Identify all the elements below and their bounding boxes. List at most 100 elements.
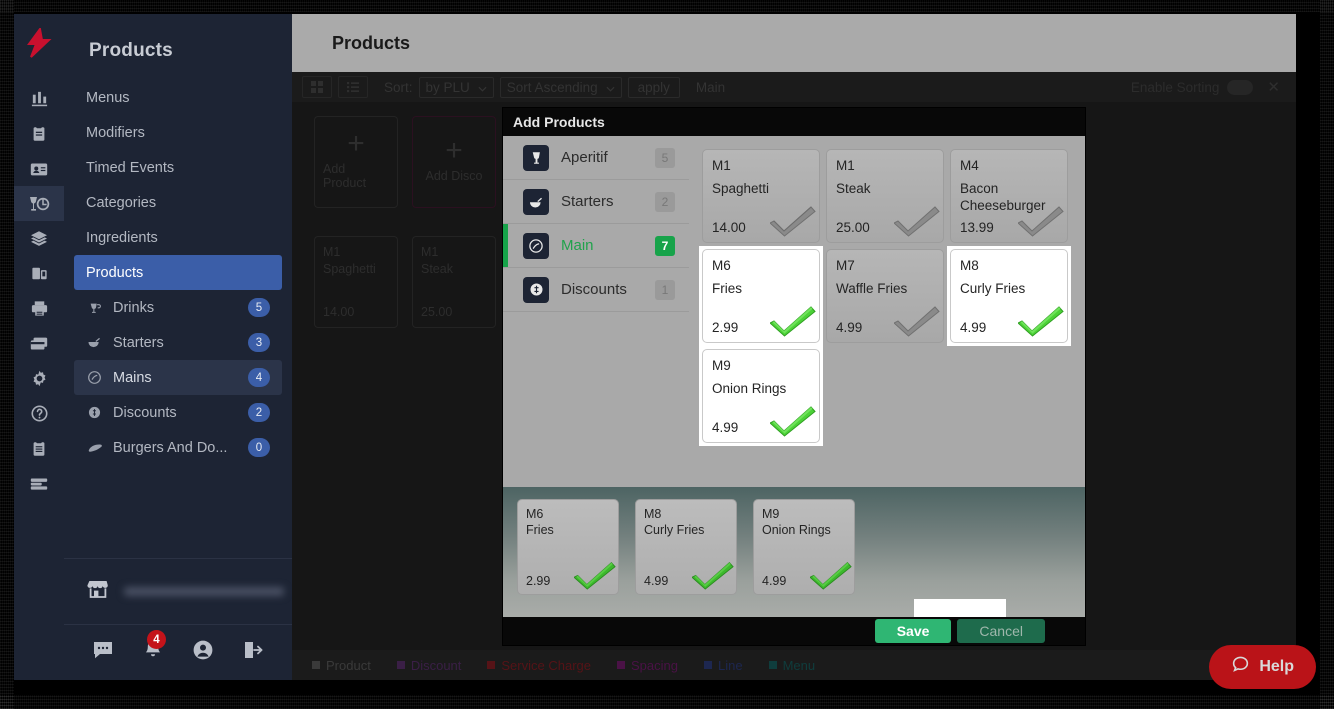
sidebar-nav-panel: Products Menus Modifiers Timed Events Ca… xyxy=(64,14,292,680)
product-name: Steak xyxy=(836,181,871,196)
modal-product-tile-steak[interactable]: M1 Steak 25.00 xyxy=(826,149,944,243)
cancel-button[interactable]: Cancel xyxy=(957,619,1045,643)
selected-products-tray: M6 Fries 2.99 M8 Curly Fries 4.99 M9 Oni… xyxy=(503,487,1085,617)
product-plu: M8 xyxy=(644,507,662,521)
chat-bubble-icon xyxy=(1231,655,1250,679)
modal-category-starters[interactable]: Starters 2 xyxy=(503,180,689,224)
bowl-icon xyxy=(523,188,549,215)
legend-label: Service Charge xyxy=(501,657,591,673)
modal-product-tile-onion-rings[interactable]: M9 Onion Rings 4.99 xyxy=(702,349,820,443)
sidebar-item-modifiers[interactable]: Modifiers xyxy=(74,115,282,150)
server-list-icon[interactable] xyxy=(14,466,64,501)
main-toolbar: Sort: by PLU Sort Ascending apply Main E… xyxy=(292,72,1296,102)
modal-category-aperitif[interactable]: Aperitif 5 xyxy=(503,136,689,180)
product-plu: M9 xyxy=(762,507,780,521)
coin-icon xyxy=(86,406,103,419)
product-price: 14.00 xyxy=(712,220,746,235)
product-price: 25.00 xyxy=(421,305,453,319)
sort-field-value: by PLU xyxy=(425,79,470,95)
modal-category-list: Aperitif 5 Starters 2 Main 7 Discounts 1 xyxy=(503,136,689,487)
id-card-icon[interactable] xyxy=(14,151,64,186)
main-dish-icon xyxy=(86,370,103,385)
store-info-row[interactable] xyxy=(64,559,292,624)
checkmark-selected-icon xyxy=(691,559,734,593)
sidebar-item-label: Burgers And Do... xyxy=(113,439,228,456)
modal-product-tile-spaghetti[interactable]: M1 Spaghetti 14.00 xyxy=(702,149,820,243)
sidebar-item-categories[interactable]: Categories xyxy=(74,185,282,220)
logout-icon[interactable] xyxy=(242,640,264,665)
sidebar-item-ingredients[interactable]: Ingredients xyxy=(74,220,282,255)
bell-icon[interactable]: 4 xyxy=(142,630,166,666)
user-circle-icon[interactable] xyxy=(192,639,214,666)
bar-chart-icon[interactable] xyxy=(14,81,64,116)
sidebar-item-mains[interactable]: Mains 4 xyxy=(74,360,282,395)
modal-product-tile-fries[interactable]: M6 Fries 2.99 xyxy=(702,249,820,343)
modal-category-label: Discounts xyxy=(561,281,627,298)
grid-view-icon[interactable] xyxy=(302,76,332,98)
product-cell: M1 Steak 25.00 xyxy=(823,146,947,246)
tray-tile-onion-rings[interactable]: M9 Onion Rings 4.99 xyxy=(753,499,855,595)
background-product-tile[interactable]: M1 Spaghetti 14.00 xyxy=(314,236,398,328)
layers-icon[interactable] xyxy=(14,221,64,256)
help-button[interactable]: Help xyxy=(1209,645,1316,689)
close-icon[interactable]: ✕ xyxy=(1261,78,1286,96)
sidebar-item-label: Drinks xyxy=(113,299,155,316)
modal-category-main[interactable]: Main 7 xyxy=(503,224,689,268)
main-header: Products xyxy=(292,14,1296,72)
sidebar-item-drinks[interactable]: Drinks 5 xyxy=(74,290,282,325)
gear-icon[interactable] xyxy=(14,361,64,396)
sort-label: Sort: xyxy=(384,79,413,95)
product-plu: M6 xyxy=(712,258,731,273)
modal-category-label: Main xyxy=(561,237,594,254)
sidebar-item-discounts[interactable]: Discounts 2 xyxy=(74,395,282,430)
main-dish-icon xyxy=(523,232,549,259)
modal-category-count: 1 xyxy=(655,279,675,300)
checkmark-unselected-icon xyxy=(769,203,816,240)
apply-button[interactable]: apply xyxy=(627,76,680,98)
notification-badge: 4 xyxy=(147,630,166,649)
product-name: Steak xyxy=(421,262,453,276)
legend-swatch xyxy=(487,661,496,669)
product-cell-selected: M8 Curly Fries 4.99 xyxy=(947,246,1071,346)
modal-product-tile-waffle-fries[interactable]: M7 Waffle Fries 4.99 xyxy=(826,249,944,343)
lightspeed-flame-logo[interactable] xyxy=(26,26,52,63)
main-header-title: Products xyxy=(332,32,411,53)
save-button[interactable]: Save xyxy=(874,619,952,643)
icon-rail xyxy=(14,14,64,680)
sidebar-item-starters[interactable]: Starters 3 xyxy=(74,325,282,360)
tray-tile-fries[interactable]: M6 Fries 2.99 xyxy=(517,499,619,595)
wine-glass-icon[interactable] xyxy=(14,186,64,221)
sort-direction-select[interactable]: Sort Ascending xyxy=(499,76,622,98)
modal-category-discounts[interactable]: Discounts 1 xyxy=(503,268,689,312)
tray-tile-curly-fries[interactable]: M8 Curly Fries 4.99 xyxy=(635,499,737,595)
sort-field-select[interactable]: by PLU xyxy=(418,76,494,98)
add-product-tile[interactable]: + Add Product xyxy=(314,116,398,208)
product-name: Waffle Fries xyxy=(836,281,908,296)
modal-product-tile-curly-fries[interactable]: M8 Curly Fries 4.99 xyxy=(950,249,1068,343)
modal-title: Add Products xyxy=(503,108,1085,136)
sidebar-item-timed-events[interactable]: Timed Events xyxy=(74,150,282,185)
sidebar-item-burgers-and-dogs[interactable]: Burgers And Do... 0 xyxy=(74,430,282,465)
add-discount-tile[interactable]: + Add Disco xyxy=(412,116,496,208)
product-price: 2.99 xyxy=(712,320,739,335)
enable-sorting-label: Enable Sorting xyxy=(1130,79,1220,95)
checkmark-unselected-icon xyxy=(1017,203,1064,240)
product-cell-selected: M6 Fries 2.99 xyxy=(699,246,823,346)
clipboard-list-icon[interactable] xyxy=(14,431,64,466)
legend-swatch xyxy=(617,661,625,669)
devices-icon[interactable] xyxy=(14,256,64,291)
chat-icon[interactable] xyxy=(92,640,114,665)
product-plu: M7 xyxy=(836,258,855,273)
product-name: Onion Rings xyxy=(712,381,787,396)
enable-sorting-toggle[interactable] xyxy=(1227,79,1254,95)
payment-card-icon[interactable] xyxy=(14,326,64,361)
modal-product-tile-bacon-cheeseburger[interactable]: M4 Bacon Cheeseburger 13.99 xyxy=(950,149,1068,243)
printer-icon[interactable] xyxy=(14,291,64,326)
list-view-icon[interactable] xyxy=(338,76,368,98)
chevron-down-icon xyxy=(606,80,615,95)
background-product-tile[interactable]: M1 Steak 25.00 xyxy=(412,236,496,328)
help-circle-icon[interactable] xyxy=(14,396,64,431)
sidebar-item-products[interactable]: Products xyxy=(74,255,282,290)
clipboard-icon[interactable] xyxy=(14,116,64,151)
sidebar-item-menus[interactable]: Menus xyxy=(74,80,282,115)
